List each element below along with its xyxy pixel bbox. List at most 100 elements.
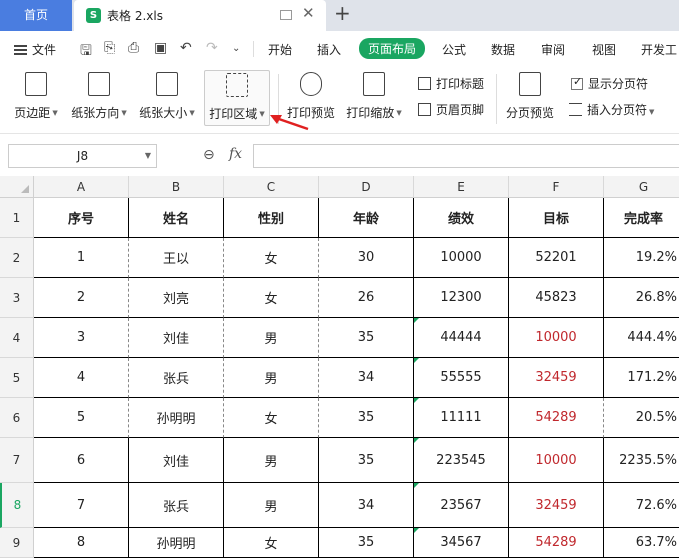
column-header-f[interactable]: F bbox=[509, 176, 604, 198]
table-cell[interactable]: 34567 bbox=[414, 528, 509, 558]
table-cell[interactable]: 34 bbox=[319, 358, 414, 398]
name-box[interactable]: J8 ▼ bbox=[8, 144, 157, 168]
table-cell[interactable]: 女 bbox=[224, 398, 319, 438]
table-cell[interactable]: 女 bbox=[224, 528, 319, 558]
new-tab-button[interactable]: + bbox=[334, 1, 351, 25]
close-icon[interactable]: ✕ bbox=[302, 4, 315, 22]
tab-home[interactable]: 开始 bbox=[268, 41, 292, 58]
table-cell[interactable]: 刘亮 bbox=[129, 278, 224, 318]
tab-page-layout[interactable]: 页面布局 bbox=[359, 38, 426, 59]
orientation-button[interactable]: 纸张方向 ▼ bbox=[71, 70, 127, 126]
table-header-cell[interactable]: 姓名 bbox=[129, 198, 224, 238]
print-scale-button[interactable]: 打印缩放 ▼ bbox=[346, 70, 402, 126]
table-cell[interactable]: 23567 bbox=[414, 483, 509, 528]
table-cell[interactable]: 63.7% bbox=[604, 528, 679, 558]
table-cell[interactable]: 刘佳 bbox=[129, 318, 224, 358]
table-cell[interactable]: 2 bbox=[34, 278, 129, 318]
table-cell[interactable]: 张兵 bbox=[129, 358, 224, 398]
table-header-cell[interactable]: 性别 bbox=[224, 198, 319, 238]
table-cell[interactable]: 2235.5% bbox=[604, 438, 679, 483]
table-cell[interactable]: 王以 bbox=[129, 238, 224, 278]
table-cell[interactable]: 10000 bbox=[414, 238, 509, 278]
table-cell[interactable]: 孙明明 bbox=[129, 398, 224, 438]
print-titles-button[interactable]: 打印标题 bbox=[418, 75, 484, 92]
table-cell[interactable]: 34 bbox=[319, 483, 414, 528]
table-cell[interactable]: 19.2% bbox=[604, 238, 679, 278]
export-pdf-icon[interactable]: ⎘ bbox=[104, 40, 115, 56]
row-header[interactable]: 2 bbox=[0, 238, 34, 278]
table-cell[interactable]: 男 bbox=[224, 483, 319, 528]
paper-size-button[interactable]: 纸张大小 ▼ bbox=[139, 70, 195, 126]
table-header-cell[interactable]: 年龄 bbox=[319, 198, 414, 238]
table-cell[interactable]: 张兵 bbox=[129, 483, 224, 528]
row-header[interactable]: 3 bbox=[0, 278, 34, 318]
table-cell[interactable]: 刘佳 bbox=[129, 438, 224, 483]
table-cell[interactable]: 女 bbox=[224, 278, 319, 318]
table-cell[interactable]: 4 bbox=[34, 358, 129, 398]
table-cell[interactable]: 3 bbox=[34, 318, 129, 358]
tab-review[interactable]: 审阅 bbox=[541, 41, 565, 58]
table-header-cell[interactable]: 目标 bbox=[509, 198, 604, 238]
table-cell[interactable]: 444.4% bbox=[604, 318, 679, 358]
chevron-down-icon[interactable]: ▼ bbox=[145, 145, 151, 167]
table-cell[interactable]: 44444 bbox=[414, 318, 509, 358]
column-header-a[interactable]: A bbox=[34, 176, 129, 198]
table-cell[interactable]: 30 bbox=[319, 238, 414, 278]
table-cell[interactable]: 55555 bbox=[414, 358, 509, 398]
customize-chevron-down-icon[interactable]: ⌄ bbox=[232, 43, 240, 54]
row-header[interactable]: 6 bbox=[0, 398, 34, 438]
redo-icon[interactable]: ↷ bbox=[206, 40, 218, 56]
tab-developer[interactable]: 开发工 bbox=[641, 41, 677, 58]
table-cell[interactable]: 26 bbox=[319, 278, 414, 318]
table-cell[interactable]: 26.8% bbox=[604, 278, 679, 318]
monitor-icon[interactable] bbox=[280, 10, 292, 20]
table-cell[interactable]: 10000 bbox=[509, 438, 604, 483]
tab-insert[interactable]: 插入 bbox=[317, 41, 341, 58]
select-all-corner[interactable] bbox=[0, 176, 34, 198]
table-cell[interactable]: 223545 bbox=[414, 438, 509, 483]
tab-view[interactable]: 视图 bbox=[592, 41, 616, 58]
table-cell[interactable]: 7 bbox=[34, 483, 129, 528]
column-header-c[interactable]: C bbox=[224, 176, 319, 198]
row-header[interactable]: 9 bbox=[0, 528, 34, 558]
margins-button[interactable]: 页边距 ▼ bbox=[14, 70, 58, 126]
table-cell[interactable]: 男 bbox=[224, 318, 319, 358]
table-cell[interactable]: 35 bbox=[319, 318, 414, 358]
table-cell[interactable]: 32459 bbox=[509, 483, 604, 528]
file-tab[interactable]: S 表格 2.xls ✕ bbox=[74, 0, 326, 31]
column-header-d[interactable]: D bbox=[319, 176, 414, 198]
table-cell[interactable]: 72.6% bbox=[604, 483, 679, 528]
table-cell[interactable]: 11111 bbox=[414, 398, 509, 438]
table-cell[interactable]: 35 bbox=[319, 398, 414, 438]
row-header[interactable]: 1 bbox=[0, 198, 34, 238]
table-cell[interactable]: 5 bbox=[34, 398, 129, 438]
tab-data[interactable]: 数据 bbox=[491, 41, 515, 58]
table-cell[interactable]: 12300 bbox=[414, 278, 509, 318]
row-header[interactable]: 4 bbox=[0, 318, 34, 358]
table-cell[interactable]: 54289 bbox=[509, 528, 604, 558]
undo-icon[interactable]: ↶ bbox=[180, 40, 192, 56]
table-cell[interactable]: 8 bbox=[34, 528, 129, 558]
show-page-breaks-checkbox[interactable]: 显示分页符 bbox=[571, 75, 648, 92]
table-header-cell[interactable]: 序号 bbox=[34, 198, 129, 238]
formula-input[interactable] bbox=[253, 144, 679, 168]
save-icon[interactable]: 🖫 bbox=[80, 40, 92, 64]
table-cell[interactable]: 孙明明 bbox=[129, 528, 224, 558]
print-preview-quick-icon[interactable]: ▣ bbox=[154, 40, 167, 56]
column-header-g[interactable]: G bbox=[604, 176, 679, 198]
table-cell[interactable]: 20.5% bbox=[604, 398, 679, 438]
table-header-cell[interactable]: 完成率 bbox=[604, 198, 679, 238]
table-header-cell[interactable]: 绩效 bbox=[414, 198, 509, 238]
table-cell[interactable]: 45823 bbox=[509, 278, 604, 318]
row-header[interactable]: 7 bbox=[0, 438, 34, 483]
home-tab[interactable]: 首页 bbox=[0, 0, 72, 31]
print-icon[interactable]: ⎙ bbox=[128, 40, 139, 56]
table-cell[interactable]: 54289 bbox=[509, 398, 604, 438]
row-header[interactable]: 5 bbox=[0, 358, 34, 398]
table-cell[interactable]: 52201 bbox=[509, 238, 604, 278]
insert-page-break-button[interactable]: 插入分页符 ▼ bbox=[569, 101, 654, 118]
header-footer-button[interactable]: 页眉页脚 bbox=[418, 101, 484, 118]
page-break-preview-button[interactable]: 分页预览 bbox=[506, 70, 554, 126]
column-header-b[interactable]: B bbox=[129, 176, 224, 198]
print-area-button[interactable]: 打印区域 ▼ bbox=[204, 70, 270, 126]
